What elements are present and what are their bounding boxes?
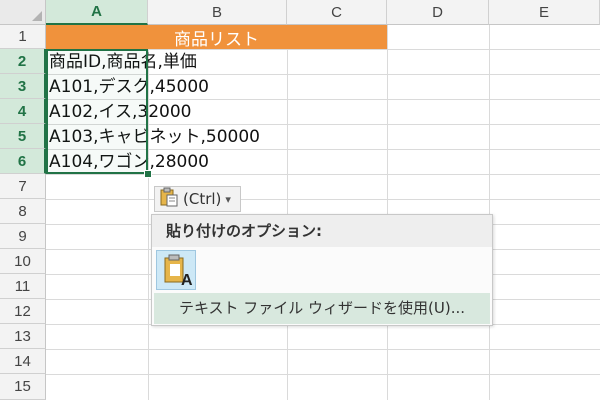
- paste-options-button[interactable]: (Ctrl) ▾: [154, 186, 241, 212]
- paste-options-menu: 貼り付けのオプション: A テキスト ファイル ウィザードを使用(U)...: [151, 214, 493, 326]
- text-import-wizard-item[interactable]: テキスト ファイル ウィザードを使用(U)...: [154, 293, 490, 324]
- row-header-4[interactable]: 4: [0, 99, 46, 124]
- paste-options-header: 貼り付けのオプション:: [152, 215, 492, 247]
- svg-text:A: A: [181, 272, 193, 289]
- grid-line: [489, 25, 490, 400]
- title-cell-product-list[interactable]: 商品リスト: [46, 25, 387, 50]
- select-all-corner[interactable]: [0, 0, 46, 25]
- grid-line: [46, 349, 600, 350]
- paste-text-icon: A: [164, 254, 193, 289]
- grid-line: [46, 199, 600, 200]
- row-header-13[interactable]: 13: [0, 324, 46, 349]
- chevron-down-icon: ▾: [225, 192, 231, 206]
- paste-options-label: (Ctrl): [183, 190, 222, 208]
- grid-line: [387, 25, 388, 400]
- selection-range: [46, 49, 148, 174]
- column-header-c[interactable]: C: [287, 0, 387, 25]
- row-header-3[interactable]: 3: [0, 74, 46, 99]
- row-header-8[interactable]: 8: [0, 199, 46, 224]
- grid-line: [287, 25, 288, 400]
- row-header-15[interactable]: 15: [0, 374, 46, 400]
- grid-line: [46, 374, 600, 375]
- row-header-11[interactable]: 11: [0, 274, 46, 299]
- row-header-2[interactable]: 2: [0, 49, 46, 74]
- fill-handle[interactable]: [144, 170, 152, 178]
- spreadsheet-grid: A B C D E 1 2 3 4 5 6 7 8 9 10 11 12 13 …: [0, 0, 600, 400]
- row-header-6[interactable]: 6: [0, 149, 46, 174]
- row-header-14[interactable]: 14: [0, 349, 46, 374]
- row-header-5[interactable]: 5: [0, 124, 46, 149]
- row-header-7[interactable]: 7: [0, 174, 46, 199]
- grid-line: [46, 174, 600, 175]
- clipboard-icon: [159, 187, 179, 211]
- row-header-1[interactable]: 1: [0, 25, 46, 49]
- column-header-a[interactable]: A: [46, 0, 148, 25]
- row-header-9[interactable]: 9: [0, 224, 46, 249]
- row-header-10[interactable]: 10: [0, 249, 46, 274]
- column-header-b[interactable]: B: [148, 0, 287, 25]
- keep-text-only-option[interactable]: A: [156, 250, 196, 290]
- column-header-d[interactable]: D: [387, 0, 489, 25]
- row-header-12[interactable]: 12: [0, 299, 46, 324]
- column-header-e[interactable]: E: [489, 0, 600, 25]
